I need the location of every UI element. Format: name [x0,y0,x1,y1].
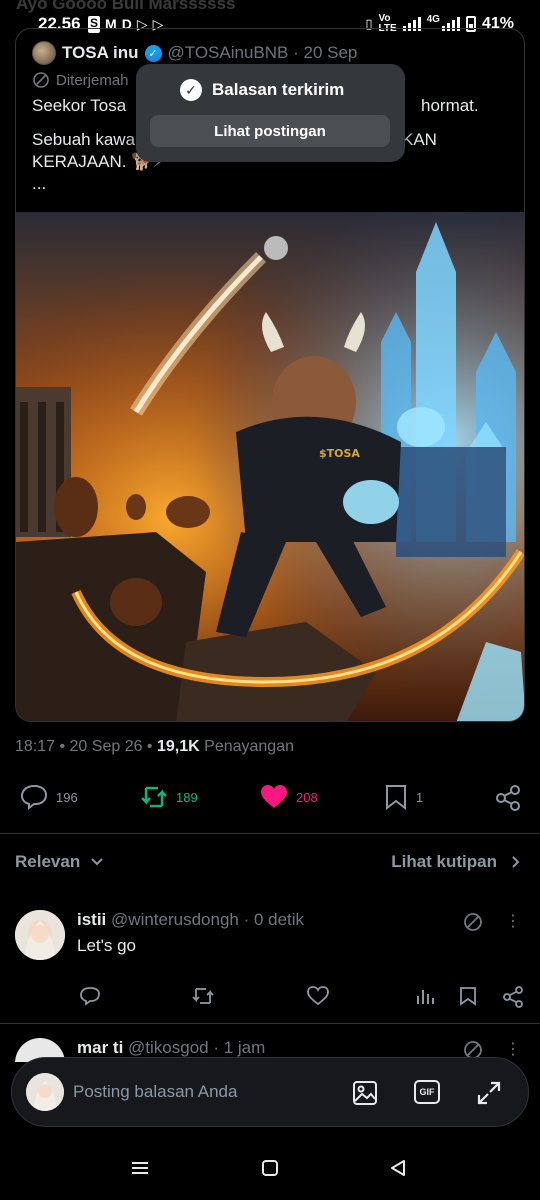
avatar[interactable] [15,910,65,960]
like-count: 208 [296,789,318,805]
avatar [26,1073,64,1111]
post-action-row: 196 189 208 1 [0,780,540,816]
reply-handle-time: @winterusdongh · 0 detik [111,910,305,929]
share-icon [496,785,520,811]
chevron-down-icon [91,858,103,866]
more-options-icon[interactable]: ⋮ [505,914,521,930]
composer-icons: GIF [352,1080,502,1111]
back-button[interactable] [388,1158,408,1183]
sort-label: Relevan [15,852,81,871]
share-icon[interactable] [502,986,524,1013]
net-type: 4G [426,14,440,25]
reply-item[interactable]: istii @winterusdongh · 0 detik ⋮ Let's g… [15,910,525,1010]
toast-title: ✓ Balasan terkirim [180,79,344,101]
avatar [32,41,56,65]
reply-input[interactable]: Posting balasan Anda [73,1082,237,1102]
repost-icon[interactable] [191,986,215,1011]
reply-actions [77,986,525,1010]
sort-dropdown[interactable]: Relevan [15,852,104,872]
image-icon[interactable] [352,1080,378,1111]
heart-icon[interactable] [307,986,329,1011]
reply-handle-time: @tikosgod · 1 jam [128,1038,266,1057]
quoted-post-header: TOSA inu ✓ @TOSAinuBNB · 20 Sep [32,41,357,65]
image-caption: $TOSA [319,447,360,460]
reply-author-name: istii [77,910,107,929]
like-button[interactable]: 208 [260,784,318,810]
expand-icon[interactable] [476,1080,502,1111]
analytics-icon[interactable] [415,986,435,1011]
reply-button[interactable]: 196 [20,784,78,810]
repost-icon [141,786,167,808]
avatar-image [15,910,65,960]
system-nav-bar [0,1140,540,1200]
verified-icon: ✓ [144,44,162,62]
share-button[interactable] [494,784,522,812]
post-text-line: Sebuah kawa [32,130,136,149]
view-post-button[interactable]: Lihat postingan [150,115,390,147]
author-handle-date: @TOSAinuBNB · 20 Sep [167,43,358,62]
view-quotes-label: Lihat kutipan [391,852,497,871]
ghost-post-text: Ayo Goooo Bull Marssssss [16,0,236,13]
chevron-right-icon [512,856,520,868]
more-options-icon[interactable]: ⋮ [505,1042,521,1058]
post-ellipsis: ... [32,174,47,193]
reply-icon[interactable] [79,986,101,1011]
reply-sent-toast: ✓ Balasan terkirim Lihat postingan [136,64,405,162]
reply-icon [20,784,48,810]
post-text-line: Seekor Tosa [32,96,127,115]
views-label: Penayangan [204,738,294,755]
translate-icon [33,72,49,88]
heart-icon [261,785,287,808]
reply-author-name: mar ti [77,1038,124,1057]
bookmark-icon [386,785,406,810]
translate-icon[interactable] [463,912,483,932]
recents-button[interactable] [130,1158,150,1183]
divider [0,1023,540,1024]
reply-composer[interactable]: Posting balasan Anda GIF [11,1057,529,1127]
repost-button[interactable]: 189 [140,784,198,810]
reply-header: istii @winterusdongh · 0 detik [77,910,304,930]
reply-count: 196 [56,789,78,805]
post-text-line: hormat. [421,96,479,115]
post-text-line: KAN [402,130,437,149]
divider [0,833,540,834]
translated-label: Diterjemah [32,71,129,89]
gif-icon[interactable]: GIF [414,1080,440,1104]
reply-header-actions: ⋮ [463,912,521,932]
reply-text: Let's go [77,936,137,955]
author-name: TOSA inu [62,43,139,62]
post-timestamp: 18:17 • 20 Sep 26 • [15,738,157,755]
check-icon: ✓ [180,79,202,101]
view-quotes-link[interactable]: Lihat kutipan [391,852,521,872]
translated-text: Diterjemah [56,71,129,89]
toast-title-text: Balasan terkirim [212,80,345,99]
bookmark-icon[interactable] [459,986,477,1011]
reply-header: mar ti @tikosgod · 1 jam [77,1038,265,1058]
bookmark-count: 1 [416,789,424,805]
view-count: 19,1K [156,738,200,755]
repost-count: 189 [176,789,198,805]
post-image[interactable]: $TOSA [16,212,525,722]
reply-sort-row: Relevan Lihat kutipan [15,852,525,876]
avatar-image [26,1073,64,1111]
bookmark-button[interactable]: 1 [384,784,423,810]
home-button[interactable] [260,1158,280,1183]
post-meta: 18:17 • 20 Sep 26 • 19,1K Penayangan [15,738,294,756]
